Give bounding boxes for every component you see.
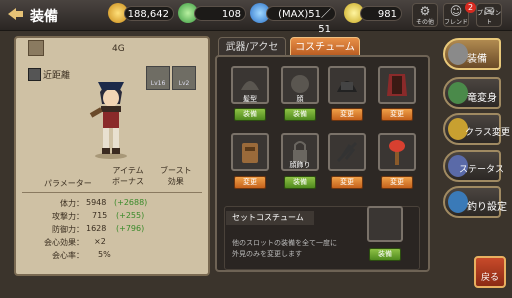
page-title: 装備 <box>30 9 58 25</box>
headwear-slot[interactable] <box>328 66 366 104</box>
accessory-slot[interactable] <box>328 133 366 171</box>
back-arrow-icon[interactable] <box>6 7 24 21</box>
face-accessory-equip-button[interactable]: 装備 <box>284 176 316 189</box>
stat-row: 会心率： 5% <box>52 250 111 260</box>
friend-badge: 2 <box>465 2 476 13</box>
hammer-icon <box>389 140 405 165</box>
stamina-count: (MAX)51／51 <box>266 6 336 35</box>
feather-icon <box>336 141 358 163</box>
sword-icon <box>448 43 468 65</box>
accessory-change-button[interactable]: 変更 <box>331 176 363 189</box>
back-slot[interactable] <box>231 133 269 171</box>
coat-icon <box>387 74 407 96</box>
others-button[interactable]: ⚙ その他 <box>412 3 438 27</box>
set-costume-description: 他のスロットの装備を全て一度に 外見のみを変更します <box>232 239 337 258</box>
stats-table: 体力： 5948 (+2688) 攻撃力： 715 (+255) 防御力： 1628 (+7… <box>20 198 206 263</box>
dragon-icon <box>448 82 468 104</box>
item-bonus-header: アイテム ボーナス <box>112 166 144 186</box>
hair-slot-label: 髪型 <box>243 95 257 103</box>
side-dragon-button[interactable]: 竜変身 <box>443 77 501 109</box>
weight-label: 4G <box>112 44 125 54</box>
side-status-button[interactable]: ステータス <box>443 150 504 182</box>
set-costume-equip-button[interactable]: 装備 <box>369 248 401 261</box>
skill-icon-a: Lv16 <box>146 66 170 90</box>
face-slot-label: 顔 <box>296 95 304 103</box>
weapon-look-slot[interactable] <box>378 133 416 171</box>
crown-icon <box>28 40 44 56</box>
class-label: 近距離 <box>43 71 71 81</box>
tab-costume[interactable]: コスチューム <box>290 37 360 57</box>
backpack-icon <box>242 143 258 163</box>
stat-row: 防御力： 1628 (+796) <box>52 224 145 234</box>
divider <box>22 192 202 193</box>
melee-icon <box>28 68 41 81</box>
stat-row: 会心効果： ×2 <box>44 237 106 247</box>
body-slot[interactable] <box>378 66 416 104</box>
gold-count: 188,642 <box>124 6 174 21</box>
set-costume-slot[interactable] <box>367 206 403 242</box>
back-change-button[interactable]: 変更 <box>234 176 266 189</box>
skill-icon-b: Lv2 <box>172 66 196 90</box>
stat-row: 体力： 5948 (+2688) <box>60 198 148 208</box>
present-button[interactable]: ✉ プレゼント <box>476 3 502 27</box>
boost-header: ブースト 効果 <box>160 166 192 186</box>
gem-count: 108 <box>194 6 246 21</box>
weapon-look-change-button[interactable]: 変更 <box>381 176 413 189</box>
tab-weapon-accessory[interactable]: 武器/アクセ <box>218 37 286 57</box>
set-costume-title: セットコスチューム <box>226 211 314 225</box>
param-header: パラメーター <box>44 179 92 188</box>
back-button[interactable]: 戻る <box>474 256 506 288</box>
side-equip-button[interactable]: 装備 <box>443 38 501 70</box>
side-fishing-button[interactable]: 釣り設定 <box>443 186 507 218</box>
hair-equip-button[interactable]: 装備 <box>234 108 266 121</box>
character-avatar <box>89 82 127 159</box>
face-accessory-label: 顔飾り <box>289 161 311 169</box>
ticket-count: 981 <box>360 6 402 21</box>
face-equip-button[interactable]: 装備 <box>284 108 316 121</box>
fish-icon <box>448 191 468 213</box>
helmet-icon <box>337 81 357 92</box>
side-class-change-button[interactable]: クラス変更 <box>443 113 510 145</box>
headwear-change-button[interactable]: 変更 <box>331 108 363 121</box>
body-change-button[interactable]: 変更 <box>381 108 413 121</box>
stat-row: 攻撃力： 715 (+255) <box>52 211 145 221</box>
